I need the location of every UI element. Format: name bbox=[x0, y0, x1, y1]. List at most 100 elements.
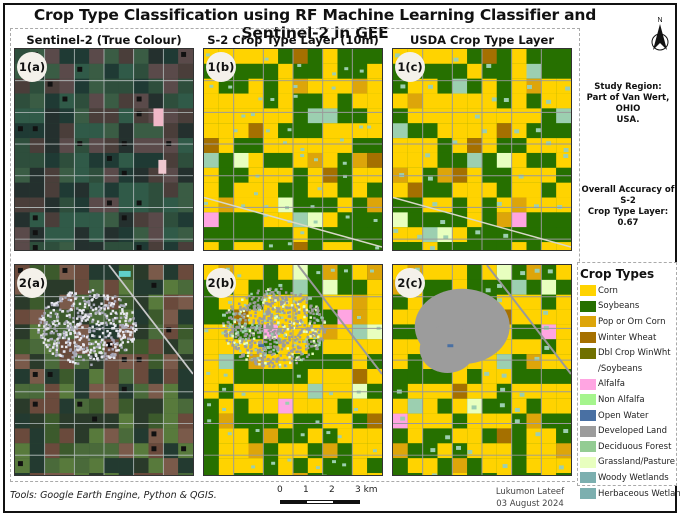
field-patch bbox=[496, 63, 512, 79]
field-patch bbox=[511, 428, 527, 444]
developed-pixel bbox=[288, 336, 291, 339]
field-patch bbox=[367, 428, 382, 444]
map-panel-2c[interactable]: 2(c) bbox=[392, 264, 572, 476]
developed-pixel bbox=[294, 339, 297, 342]
developed-pixel bbox=[290, 349, 294, 352]
field-patch bbox=[121, 170, 127, 176]
field-patch bbox=[148, 63, 164, 79]
field-patch bbox=[393, 242, 408, 250]
field-patch bbox=[452, 197, 468, 213]
developed-pixel bbox=[264, 335, 267, 339]
developed-pixel bbox=[286, 341, 290, 345]
field-patch bbox=[15, 309, 30, 325]
legend-item: Grassland/Pasture bbox=[580, 455, 675, 471]
developed-pixel bbox=[232, 312, 235, 316]
field-patch bbox=[218, 227, 234, 243]
field-patch bbox=[148, 473, 164, 475]
field-patch bbox=[337, 354, 353, 370]
developed-pixel bbox=[318, 313, 322, 316]
field-patch bbox=[74, 108, 90, 124]
field-patch bbox=[496, 138, 512, 153]
developed-pixel bbox=[42, 341, 46, 344]
field-patch bbox=[233, 443, 249, 459]
field-patch bbox=[307, 93, 323, 109]
map-panel-1b[interactable]: 1(b) bbox=[203, 48, 383, 251]
field-patch bbox=[233, 265, 249, 280]
developed-pixel bbox=[286, 353, 289, 357]
water-body bbox=[447, 344, 454, 348]
field-patch bbox=[500, 387, 506, 392]
developed-pixel bbox=[300, 358, 303, 362]
developed-pixel bbox=[108, 318, 111, 322]
field-patch bbox=[233, 398, 249, 414]
developed-pixel bbox=[56, 315, 60, 319]
field-patch bbox=[407, 443, 423, 459]
field-patch bbox=[263, 443, 279, 459]
field-patch bbox=[367, 167, 382, 183]
field-patch bbox=[337, 197, 353, 213]
map-panel-2b[interactable]: 2(b) bbox=[203, 264, 383, 476]
water-body bbox=[258, 344, 265, 348]
map-panel-1a[interactable]: 1(a) bbox=[14, 48, 194, 251]
field-patch bbox=[407, 398, 423, 414]
field-patch bbox=[29, 354, 45, 370]
legend-item: Pop or Orn Corn bbox=[580, 314, 674, 330]
field-patch bbox=[393, 138, 408, 153]
field-patch bbox=[248, 398, 264, 414]
developed-pixel bbox=[262, 301, 265, 304]
field-patch bbox=[74, 227, 90, 243]
scale-tick-1: 1 bbox=[303, 485, 309, 495]
field-patch bbox=[163, 443, 179, 459]
developed-pixel bbox=[320, 324, 323, 328]
developed-pixel bbox=[230, 317, 234, 321]
field-patch bbox=[263, 398, 279, 414]
field-patch bbox=[263, 428, 279, 444]
developed-pixel bbox=[45, 306, 48, 310]
field-patch bbox=[89, 49, 104, 64]
developed-pixel bbox=[305, 327, 308, 331]
field-patch bbox=[337, 309, 353, 325]
field-patch bbox=[74, 167, 90, 183]
field-patch bbox=[452, 443, 468, 459]
developed-pixel bbox=[50, 337, 54, 341]
field-patch bbox=[153, 108, 164, 127]
field-patch bbox=[237, 274, 242, 278]
field-patch bbox=[204, 458, 219, 474]
developed-pixel bbox=[284, 327, 287, 331]
developed-pixel bbox=[71, 360, 75, 364]
field-patch bbox=[163, 428, 179, 444]
developed-pixel bbox=[74, 297, 77, 300]
field-patch bbox=[74, 443, 90, 459]
field-patch bbox=[422, 398, 438, 414]
field-patch bbox=[485, 288, 491, 293]
developed-pixel bbox=[95, 293, 99, 296]
field-patch bbox=[32, 126, 38, 132]
field-patch bbox=[204, 339, 219, 355]
developed-pixel bbox=[76, 362, 80, 365]
legend-swatch bbox=[580, 285, 596, 297]
developed-pixel bbox=[288, 310, 292, 314]
field-patch bbox=[452, 242, 468, 250]
field-patch bbox=[248, 369, 264, 384]
legend-swatch bbox=[580, 394, 596, 406]
developed-pixel bbox=[89, 306, 93, 309]
developed-pixel bbox=[82, 308, 85, 312]
field-patch bbox=[89, 138, 104, 153]
map-panel-2a[interactable]: 2(a) bbox=[14, 264, 194, 476]
developed-pixel bbox=[319, 337, 322, 341]
developed-pixel bbox=[70, 328, 74, 332]
field-patch bbox=[118, 123, 134, 139]
developed-pixel bbox=[87, 338, 91, 341]
developed-pixel bbox=[283, 358, 286, 362]
map-panel-1c[interactable]: 1(c) bbox=[392, 48, 572, 251]
field-patch bbox=[541, 123, 557, 139]
field-patch bbox=[352, 279, 368, 295]
developed-pixel bbox=[303, 324, 306, 327]
developed-pixel bbox=[111, 305, 115, 308]
field-patch bbox=[163, 458, 179, 474]
field-patch bbox=[104, 369, 119, 384]
field-patch bbox=[218, 167, 234, 183]
developed-pixel bbox=[269, 287, 272, 291]
developed-pixel bbox=[39, 321, 43, 324]
field-patch bbox=[556, 108, 571, 124]
